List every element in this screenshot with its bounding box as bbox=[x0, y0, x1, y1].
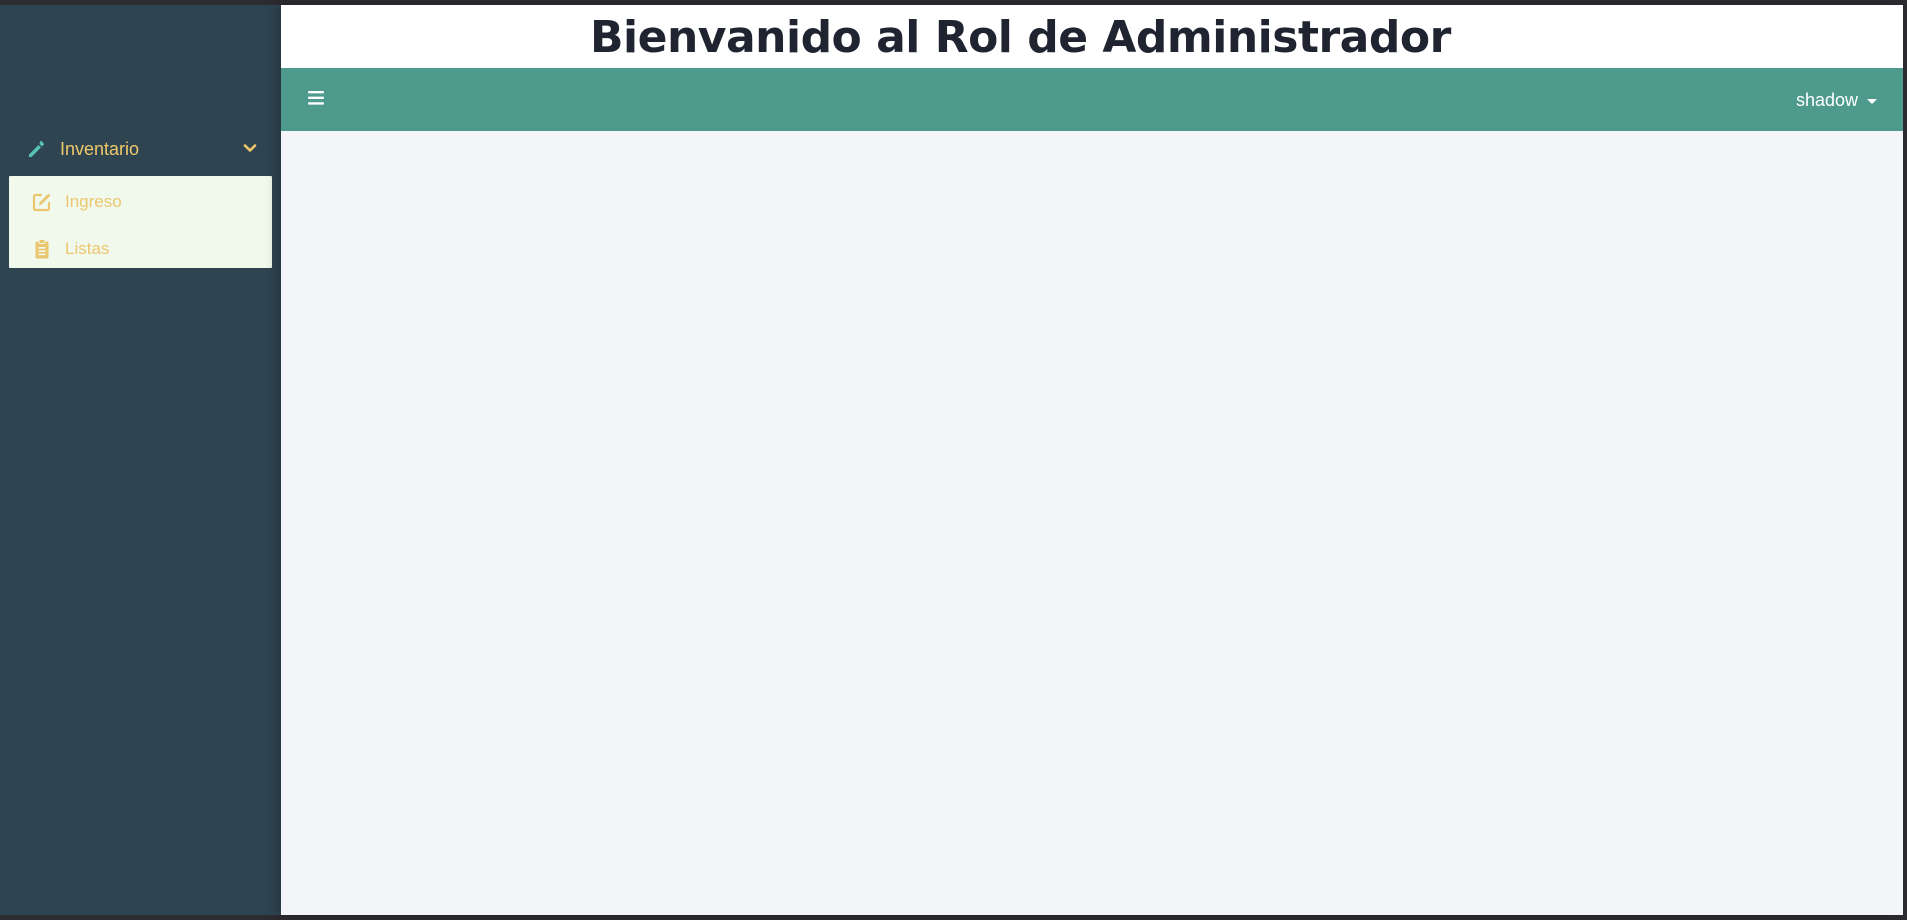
sidebar-submenu: Ingreso Listas bbox=[9, 176, 272, 268]
sidebar-group-inventario[interactable]: Inventario bbox=[0, 129, 281, 169]
hamburger-icon[interactable] bbox=[308, 90, 326, 106]
window-edge bbox=[1903, 0, 1907, 920]
sidebar-item-label: Ingreso bbox=[65, 192, 122, 211]
user-name: shadow bbox=[1795, 90, 1858, 110]
pencil-icon bbox=[29, 141, 44, 157]
sidebar-item-ingreso[interactable]: Ingreso bbox=[9, 181, 272, 221]
sidebar-item-listas[interactable]: Listas bbox=[9, 228, 272, 268]
caret-down-icon bbox=[1867, 98, 1877, 104]
sidebar-group-label: Inventario bbox=[60, 139, 140, 159]
app-window: Inventario Ingreso Listas Bienvanido al … bbox=[0, 5, 1903, 915]
user-dropdown[interactable]: shadow bbox=[1796, 88, 1877, 112]
main-area: Bienvanido al Rol de Administrador shado… bbox=[281, 5, 1903, 915]
page-header: Bienvanido al Rol de Administrador bbox=[281, 5, 1903, 68]
top-navbar: shadow bbox=[281, 68, 1903, 131]
edit-icon bbox=[32, 193, 51, 212]
page-title: Bienvanido al Rol de Administrador bbox=[590, 12, 1451, 63]
chevron-down-icon bbox=[243, 144, 257, 152]
sidebar: Inventario Ingreso Listas bbox=[0, 5, 281, 915]
clipboard-icon bbox=[35, 239, 49, 259]
content-area bbox=[281, 131, 1903, 915]
sidebar-brand-area bbox=[0, 5, 281, 125]
sidebar-item-label: Listas bbox=[65, 239, 110, 258]
